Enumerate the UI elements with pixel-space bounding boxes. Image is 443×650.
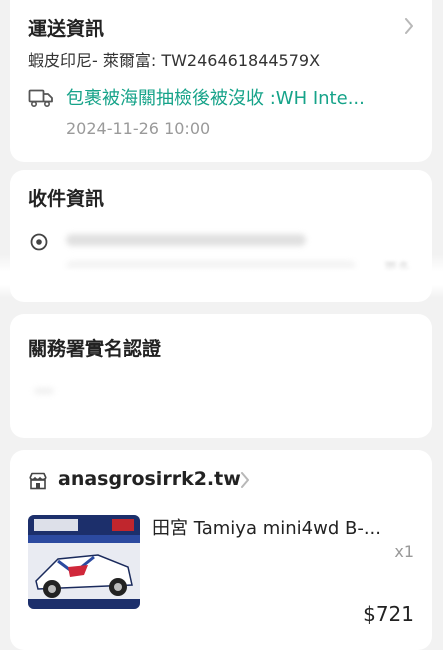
location-pin-icon — [28, 231, 50, 253]
product-price: $721 — [363, 602, 414, 626]
redacted-customs-detail — [34, 388, 54, 394]
shop-row[interactable]: anasgrosirrk2.tw — [28, 468, 408, 498]
customs-verification-card[interactable]: 關務署實名認證 — [10, 314, 432, 438]
chevron-right-icon[interactable] — [404, 18, 414, 38]
product-quantity: x1 — [394, 542, 414, 561]
shipping-info-title: 運送資訊 — [28, 18, 105, 40]
chevron-right-icon[interactable] — [240, 472, 250, 492]
shipping-status-time: 2024-11-26 10:00 — [66, 119, 211, 138]
customs-verification-title: 關務署實名認證 — [28, 338, 162, 360]
redacted-recipient-name — [66, 234, 306, 246]
shop-icon — [28, 472, 48, 490]
product-title[interactable]: 田宮 Tamiya mini4wd B-... — [152, 514, 412, 540]
truck-icon — [28, 88, 54, 108]
order-item-card[interactable]: anasgrosirrk2.tw 田宮 Tamiya mini4wd B-...… — [10, 450, 432, 650]
shipping-status-row: 包裹被海關抽檢後被沒收 :WH Inte... — [28, 84, 418, 116]
recipient-info-title: 收件資訊 — [28, 188, 105, 210]
shipping-status-text: 包裹被海關抽檢後被沒收 :WH Inte... — [66, 88, 365, 109]
product-image[interactable] — [28, 515, 140, 609]
tracking-number: 蝦皮印尼- 萊爾富: TW246461844579X — [28, 51, 321, 70]
shop-name[interactable]: anasgrosirrk2.tw — [58, 468, 241, 490]
shipping-info-card[interactable]: 運送資訊 蝦皮印尼- 萊爾富: TW246461844579X 包裹被海關抽檢後… — [10, 0, 432, 162]
redaction-overlay — [0, 254, 443, 298]
